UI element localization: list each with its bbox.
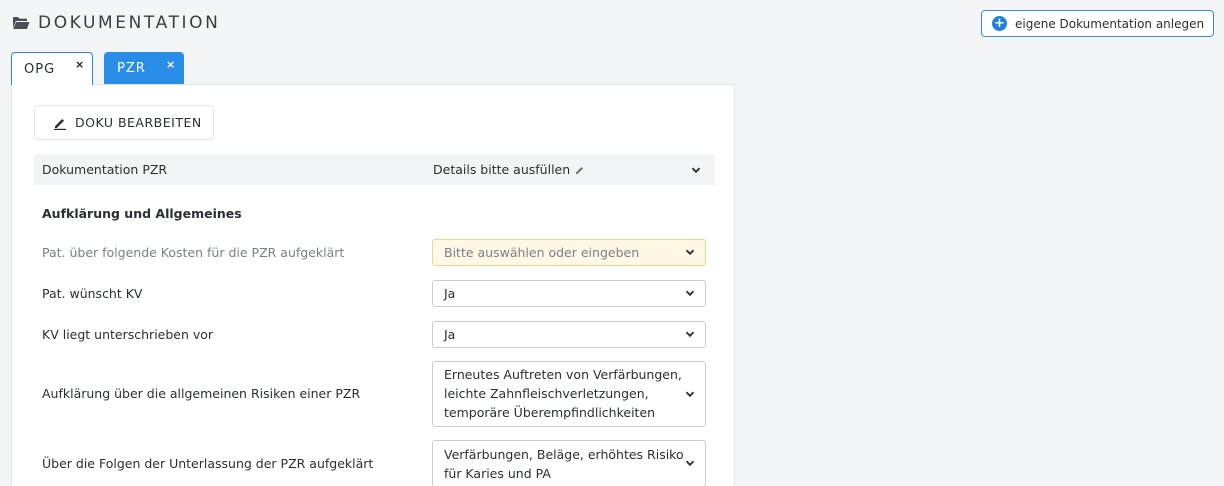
plus-circle-icon: + [992, 16, 1007, 31]
summary-value: Details bitte ausfüllen [433, 162, 585, 177]
field-label-kv-unterschrieben: KV liegt unterschrieben vor [42, 327, 214, 342]
chevron-down-icon [685, 290, 695, 297]
edit-documentation-label: DOKU BEARBEITEN [75, 115, 202, 130]
pencil-icon [576, 166, 584, 174]
chevron-down-icon [685, 460, 695, 467]
unterlassung-select[interactable]: Verfärbungen, Beläge, erhöhtes Risiko fü… [432, 440, 706, 486]
select-value-line: für Karies und PA [444, 466, 551, 481]
tab-label: OPG [24, 61, 56, 77]
field-label-kosten: Pat. über folgende Kosten für die PZR au… [42, 245, 345, 260]
field-label-unterlassung: Über die Folgen der Unterlassung der PZR… [42, 456, 374, 471]
page-title: DOKUMENTATION [38, 13, 221, 33]
folder-open-icon [13, 17, 30, 29]
summary-label: Dokumentation PZR [42, 162, 168, 177]
pencil-icon [54, 118, 66, 130]
edit-documentation-button[interactable]: DOKU BEARBEITEN [34, 105, 214, 140]
tab-opg[interactable]: OPG × [11, 52, 93, 85]
app-frame: DOKUMENTATION + eigene Dokumentation anl… [0, 0, 1224, 486]
select-value: Ja [444, 327, 456, 342]
tab-pzr[interactable]: PZR × [104, 52, 184, 85]
chevron-down-icon [685, 249, 695, 256]
field-label-kv-wunsch: Pat. wünscht KV [42, 286, 143, 301]
select-value-line: Verfärbungen, Beläge, erhöhtes Risiko [444, 447, 684, 462]
select-placeholder: Bitte auswählen oder eingeben [444, 245, 640, 260]
add-documentation-label: eigene Dokumentation anlegen [1015, 16, 1205, 31]
add-documentation-button[interactable]: + eigene Dokumentation anlegen [981, 10, 1214, 37]
documentation-panel: DOKU BEARBEITEN Dokumentation PZR Detail… [11, 84, 735, 486]
tab-label: PZR [117, 61, 146, 76]
select-value-line: temporäre Überempfindlichkeiten [444, 405, 656, 420]
field-label-risiken: Aufklärung über die allgemeinen Risiken … [42, 386, 361, 401]
page-header: DOKUMENTATION [12, 10, 220, 36]
select-value-line: Erneutes Auftreten von Verfärbungen, [444, 367, 682, 382]
kv-unterschrieben-select[interactable]: Ja [432, 321, 706, 348]
close-icon[interactable]: × [166, 58, 176, 71]
select-value-line: leichte Zahnfleischverletzungen, [444, 386, 649, 401]
chevron-down-icon [685, 331, 695, 338]
close-icon[interactable]: × [75, 58, 85, 71]
risiken-select[interactable]: Erneutes Auftreten von Verfärbungen, lei… [432, 361, 706, 427]
section-title: Aufklärung und Allgemeines [42, 206, 242, 221]
chevron-down-icon [685, 391, 695, 398]
documentation-summary-row[interactable]: Dokumentation PZR Details bitte ausfülle… [34, 154, 715, 185]
kosten-select[interactable]: Bitte auswählen oder eingeben [432, 239, 706, 266]
chevron-down-icon[interactable] [690, 164, 702, 176]
summary-value-text: Details bitte ausfüllen [433, 162, 571, 177]
kv-wunsch-select[interactable]: Ja [432, 280, 706, 307]
select-value: Ja [444, 286, 456, 301]
